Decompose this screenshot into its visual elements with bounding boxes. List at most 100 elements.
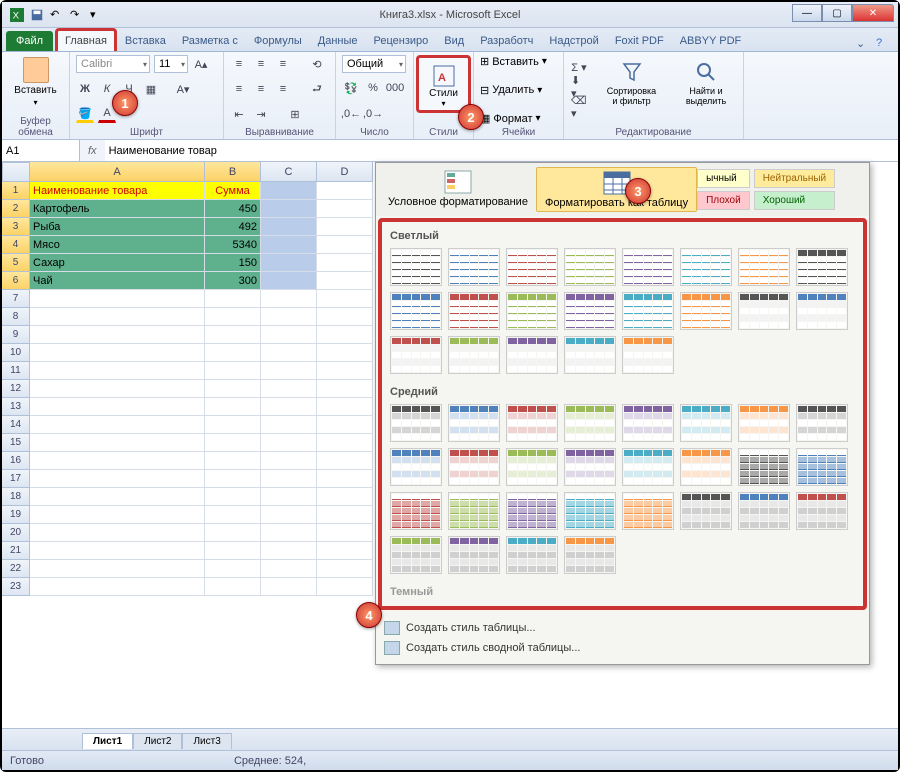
indent-dec-icon[interactable]: ⇤ bbox=[230, 105, 248, 123]
cell[interactable]: Рыба bbox=[30, 218, 205, 236]
cell[interactable] bbox=[30, 470, 205, 488]
table-style-swatch[interactable] bbox=[680, 404, 732, 442]
cell[interactable] bbox=[30, 506, 205, 524]
comma-icon[interactable]: 000 bbox=[386, 79, 404, 97]
cell[interactable] bbox=[317, 290, 373, 308]
style-good[interactable]: Хороший bbox=[754, 191, 835, 210]
row-header[interactable]: 23 bbox=[2, 578, 30, 596]
sort-filter-button[interactable]: Сортировка и фильтр bbox=[600, 58, 664, 108]
minimize-button[interactable]: — bbox=[792, 4, 822, 22]
cell[interactable]: 5340 bbox=[205, 236, 261, 254]
align-mid-icon[interactable]: ≡ bbox=[252, 55, 270, 73]
cell[interactable] bbox=[261, 452, 317, 470]
table-style-swatch[interactable] bbox=[390, 492, 442, 530]
minimize-ribbon-icon[interactable]: ⌄ bbox=[856, 37, 870, 51]
cell[interactable] bbox=[261, 578, 317, 596]
table-style-swatch[interactable] bbox=[506, 492, 558, 530]
row-header[interactable]: 4 bbox=[2, 236, 30, 254]
conditional-formatting-button[interactable]: Условное форматирование bbox=[380, 167, 536, 212]
cell[interactable] bbox=[317, 506, 373, 524]
cell[interactable] bbox=[317, 362, 373, 380]
cell[interactable] bbox=[261, 434, 317, 452]
table-style-swatch[interactable] bbox=[390, 448, 442, 486]
table-style-swatch[interactable] bbox=[680, 492, 732, 530]
row-header[interactable]: 20 bbox=[2, 524, 30, 542]
tab-file[interactable]: Файл bbox=[6, 31, 53, 51]
dec-decimal-icon[interactable]: ,0→ bbox=[364, 105, 382, 123]
cell[interactable]: 450 bbox=[205, 200, 261, 218]
cell[interactable] bbox=[261, 362, 317, 380]
cell[interactable] bbox=[317, 524, 373, 542]
row-header[interactable]: 17 bbox=[2, 470, 30, 488]
cell[interactable] bbox=[261, 416, 317, 434]
formula-input[interactable]: Наименование товар bbox=[105, 140, 898, 161]
font-name-combo[interactable]: Calibri bbox=[76, 55, 150, 73]
cell[interactable] bbox=[261, 524, 317, 542]
table-style-swatch[interactable] bbox=[564, 536, 616, 574]
row-header[interactable]: 5 bbox=[2, 254, 30, 272]
number-format-combo[interactable]: Общий bbox=[342, 55, 406, 73]
col-header-A[interactable]: A bbox=[30, 162, 205, 182]
format-as-table-button[interactable]: Форматировать как таблицу bbox=[536, 167, 697, 212]
row-header[interactable]: 12 bbox=[2, 380, 30, 398]
table-style-swatch[interactable] bbox=[738, 492, 790, 530]
cell[interactable] bbox=[205, 326, 261, 344]
orientation-icon[interactable]: ⟲ bbox=[308, 55, 326, 73]
cell[interactable] bbox=[30, 380, 205, 398]
cell[interactable]: Сумма bbox=[205, 182, 261, 200]
row-header[interactable]: 21 bbox=[2, 542, 30, 560]
align-bot-icon[interactable]: ≡ bbox=[274, 55, 292, 73]
tab-home[interactable]: Главная bbox=[55, 28, 117, 51]
table-style-swatch[interactable] bbox=[738, 248, 790, 286]
table-style-swatch[interactable] bbox=[564, 492, 616, 530]
cell[interactable] bbox=[261, 290, 317, 308]
table-style-swatch[interactable] bbox=[390, 404, 442, 442]
sheet-tab-1[interactable]: Лист1 bbox=[82, 733, 133, 749]
tab-layout[interactable]: Разметка с bbox=[174, 30, 246, 51]
row-header[interactable]: 19 bbox=[2, 506, 30, 524]
row-header[interactable]: 1 bbox=[2, 182, 30, 200]
cell[interactable] bbox=[317, 416, 373, 434]
cell[interactable] bbox=[30, 524, 205, 542]
tab-abbyy[interactable]: ABBYY PDF bbox=[672, 30, 750, 51]
cell[interactable] bbox=[317, 236, 373, 254]
table-style-swatch[interactable] bbox=[448, 292, 500, 330]
paste-button[interactable]: Вставить ▾ bbox=[8, 55, 63, 109]
cell[interactable] bbox=[205, 362, 261, 380]
table-style-swatch[interactable] bbox=[622, 492, 674, 530]
row-header[interactable]: 3 bbox=[2, 218, 30, 236]
row-header[interactable]: 6 bbox=[2, 272, 30, 290]
cell[interactable] bbox=[205, 506, 261, 524]
cell[interactable] bbox=[261, 506, 317, 524]
cell[interactable] bbox=[30, 488, 205, 506]
style-bad[interactable]: Плохой bbox=[697, 191, 750, 210]
cells-format[interactable]: ▦Формат ▾ bbox=[480, 112, 557, 125]
align-left-icon[interactable]: ≡ bbox=[230, 80, 248, 98]
cell[interactable] bbox=[317, 308, 373, 326]
cell[interactable] bbox=[317, 344, 373, 362]
merge-icon[interactable]: ⊞ bbox=[286, 105, 304, 123]
cell[interactable] bbox=[261, 560, 317, 578]
cell[interactable] bbox=[205, 344, 261, 362]
tab-dev[interactable]: Разработч bbox=[472, 30, 541, 51]
table-style-swatch[interactable] bbox=[448, 404, 500, 442]
cell[interactable] bbox=[317, 560, 373, 578]
name-box[interactable]: A1 bbox=[2, 140, 80, 161]
cell[interactable] bbox=[30, 452, 205, 470]
style-normal[interactable]: ычный bbox=[697, 169, 750, 188]
indent-inc-icon[interactable]: ⇥ bbox=[252, 105, 270, 123]
table-style-swatch[interactable] bbox=[564, 448, 616, 486]
border-icon[interactable]: ▦ bbox=[142, 80, 160, 98]
row-header[interactable]: 15 bbox=[2, 434, 30, 452]
cell[interactable] bbox=[30, 290, 205, 308]
cell[interactable] bbox=[205, 308, 261, 326]
cell[interactable]: 492 bbox=[205, 218, 261, 236]
table-style-swatch[interactable] bbox=[796, 492, 848, 530]
table-style-swatch[interactable] bbox=[680, 292, 732, 330]
styles-button[interactable]: A Стили ▾ bbox=[416, 55, 471, 113]
cell[interactable] bbox=[261, 218, 317, 236]
table-style-swatch[interactable] bbox=[506, 248, 558, 286]
cells-insert[interactable]: ⊞Вставить ▾ bbox=[480, 55, 557, 68]
cell[interactable] bbox=[30, 416, 205, 434]
cells-delete[interactable]: ⊟Удалить ▾ bbox=[480, 84, 557, 97]
